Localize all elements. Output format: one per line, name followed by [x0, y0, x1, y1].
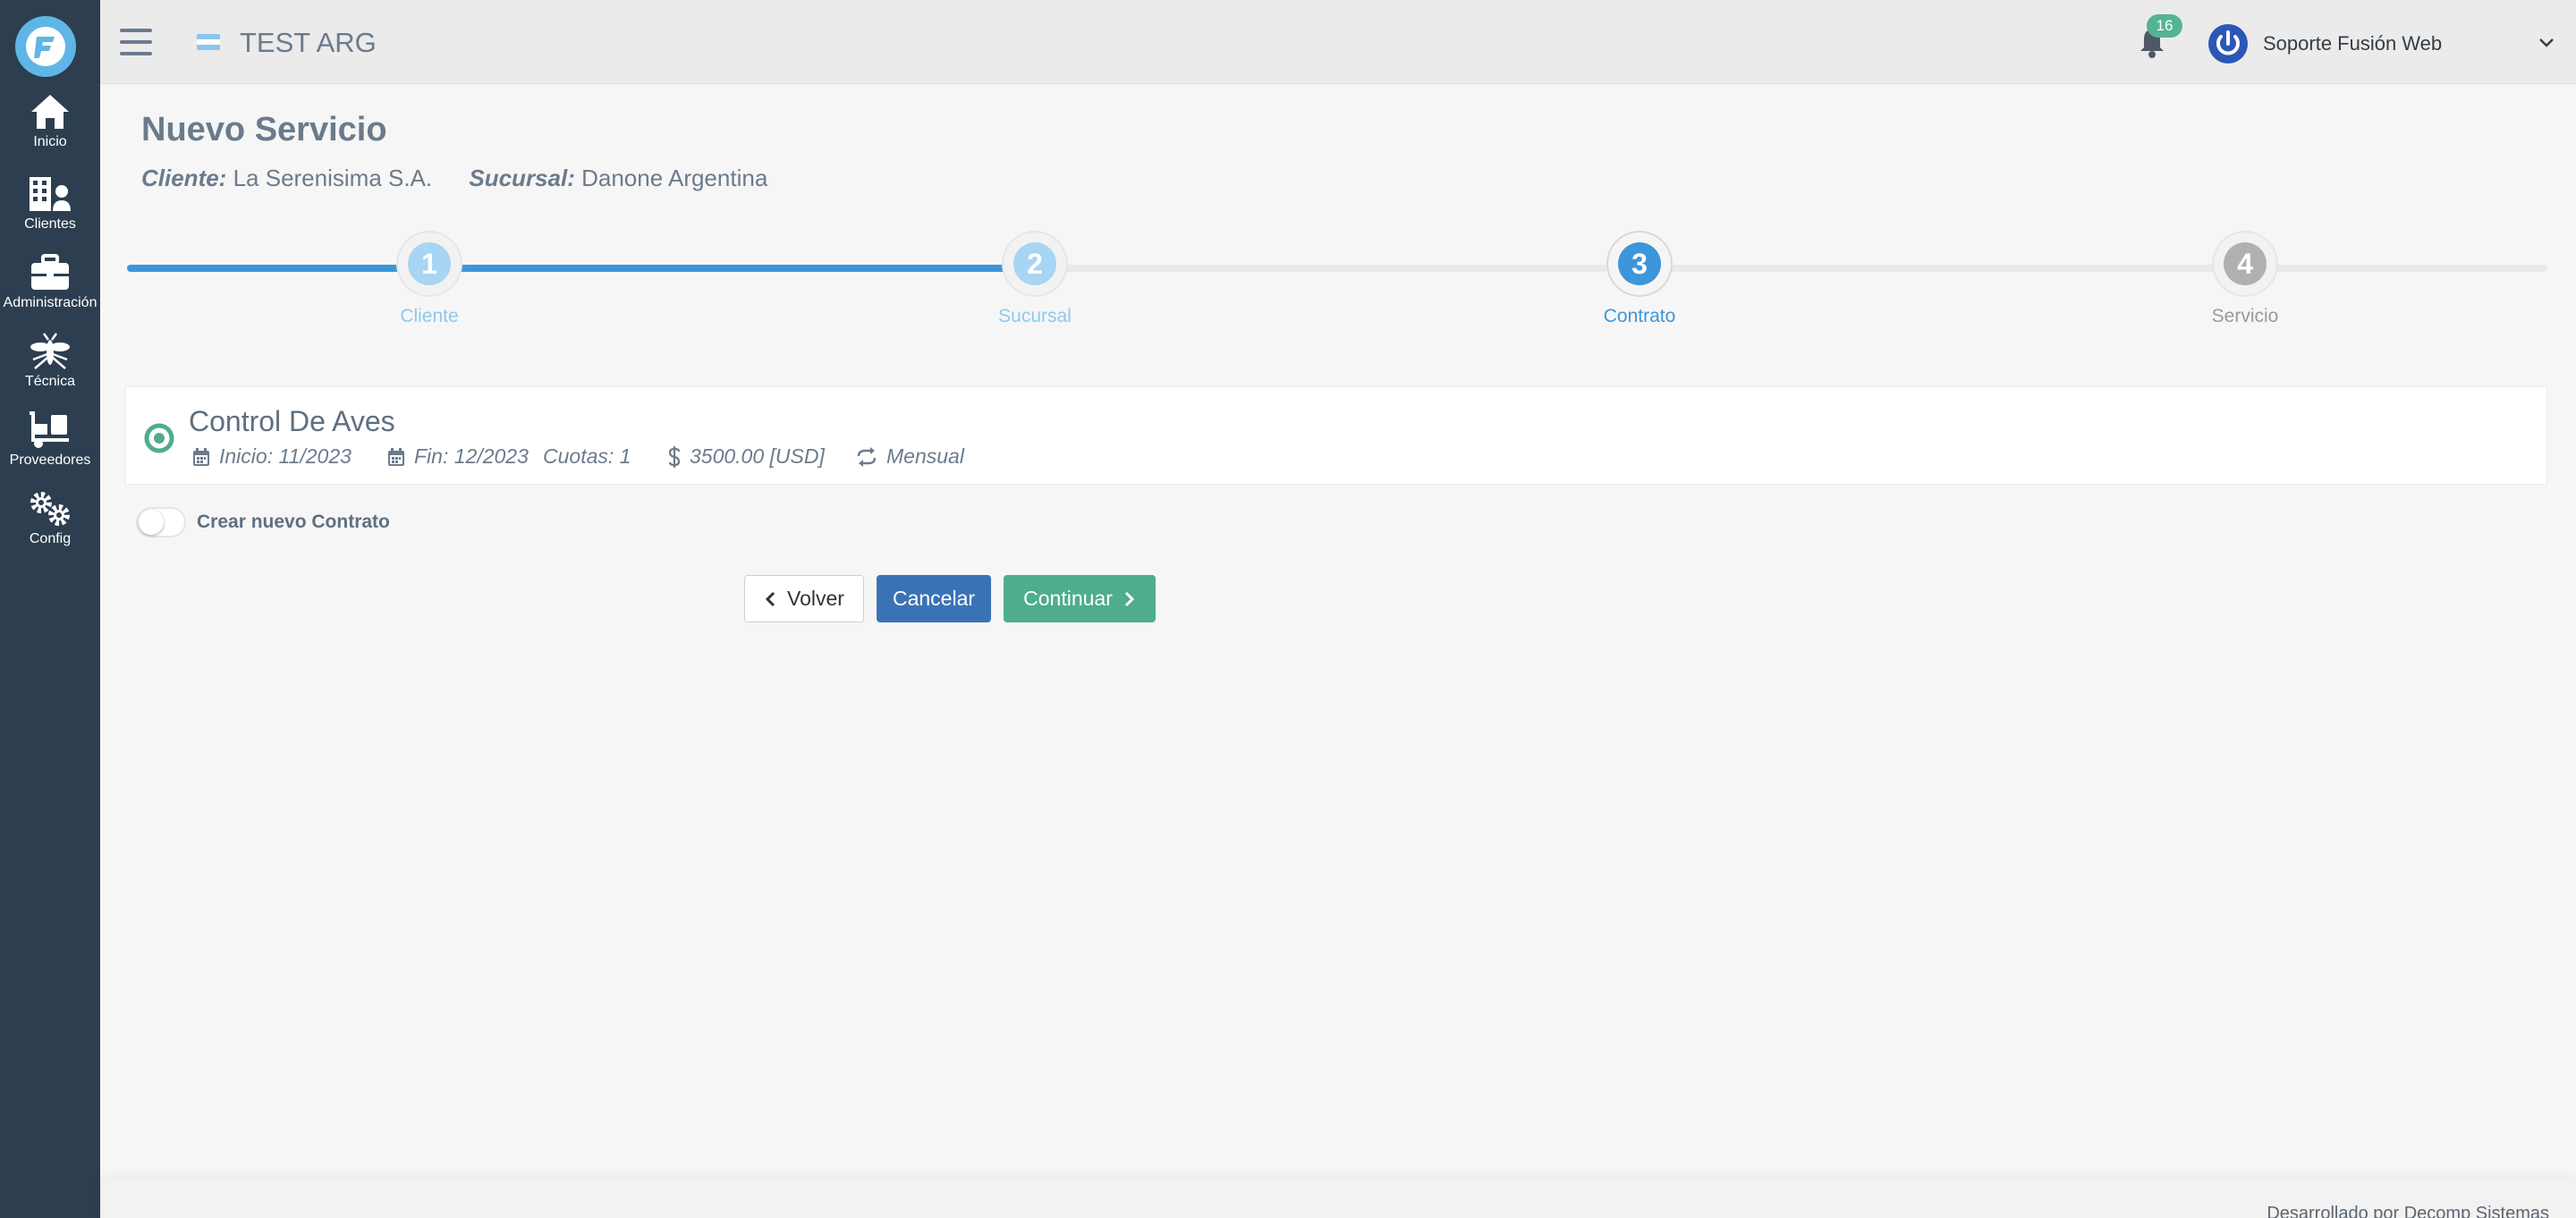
- step-number: 4: [2224, 242, 2267, 285]
- contract-frequency-text: Mensual: [886, 444, 964, 468]
- briefcase-icon: [31, 254, 69, 290]
- company-title: TEST ARG: [240, 27, 377, 58]
- repeat-icon: [857, 446, 877, 467]
- contract-option[interactable]: Control De Aves Inicio: 11/2023 Fin: 12/…: [125, 386, 2547, 485]
- footer-credit: Desarrollado por Decomp Sistemas: [2267, 1204, 2549, 1218]
- calendar-icon: [193, 447, 209, 466]
- argentina-flag-icon: [197, 34, 220, 50]
- contract-frequency: Mensual: [856, 444, 964, 469]
- sidebar-item-inicio[interactable]: Inicio: [0, 93, 100, 166]
- chevron-right-icon: [1124, 591, 1134, 606]
- sidebar-item-label: Proveedores: [9, 453, 91, 468]
- step-contrato[interactable]: 3 Contrato: [1550, 233, 1729, 327]
- back-button-label: Volver: [787, 587, 844, 610]
- continue-button-label: Continuar: [1023, 587, 1113, 610]
- step-label: Cliente: [400, 306, 459, 326]
- gears-icon: [30, 492, 70, 526]
- mosquito-icon: [30, 333, 70, 369]
- menu-toggle-button[interactable]: [120, 27, 152, 57]
- app-logo[interactable]: [15, 16, 76, 77]
- back-button[interactable]: Volver: [744, 575, 864, 622]
- page-title: Nuevo Servicio: [141, 111, 387, 148]
- cancel-button-label: Cancelar: [892, 587, 976, 610]
- contract-name: Control De Aves: [189, 405, 395, 437]
- chevron-down-icon[interactable]: [2538, 38, 2555, 48]
- toggle-knob: [139, 510, 164, 535]
- step-circle: 2: [1004, 233, 1066, 295]
- sidebar-item-label: Clientes: [24, 216, 76, 232]
- sidebar-item-tecnica[interactable]: Técnica: [0, 333, 100, 406]
- logo-icon: [26, 27, 65, 66]
- step-label: Servicio: [2211, 306, 2279, 326]
- contract-cuotas: Cuotas: 1: [543, 444, 631, 469]
- contract-start: Inicio: 11/2023: [192, 444, 352, 469]
- notification-badge: 16: [2147, 14, 2182, 38]
- new-contract-toggle[interactable]: [136, 507, 186, 537]
- calendar-icon: [388, 447, 404, 466]
- chevron-left-icon: [765, 591, 775, 606]
- contract-cuotas-text: Cuotas: 1: [543, 444, 631, 468]
- dollar-icon: [668, 445, 681, 468]
- step-number: 1: [408, 242, 451, 285]
- step-servicio[interactable]: 4 Servicio: [2156, 233, 2334, 327]
- step-cliente[interactable]: 1 Cliente: [340, 233, 519, 327]
- sidebar-item-label: Técnica: [24, 374, 76, 389]
- cancel-button[interactable]: Cancelar: [877, 575, 991, 622]
- home-icon: [31, 95, 69, 129]
- contract-start-text: Inicio: 11/2023: [219, 444, 352, 468]
- step-circle: 1: [398, 233, 461, 295]
- sidebar-item-label: Config: [29, 531, 72, 546]
- sidebar-item-proveedores[interactable]: Proveedores: [0, 411, 100, 485]
- step-label: Sucursal: [998, 306, 1072, 326]
- step-number: 3: [1618, 242, 1661, 285]
- sidebar-item-config[interactable]: Config: [0, 490, 100, 563]
- sidebar-item-administracion[interactable]: Administración: [0, 254, 100, 327]
- contract-radio[interactable]: [144, 423, 174, 453]
- clients-icon: [30, 177, 71, 211]
- wizard-stepper: 1 Cliente 2 Sucursal 3 Contrato 4 Servic…: [127, 233, 2547, 331]
- power-icon[interactable]: [2207, 23, 2249, 64]
- dolly-icon: [30, 411, 69, 448]
- sidebar-item-label: Inicio: [33, 134, 67, 149]
- stepper-progress: [127, 265, 1047, 272]
- footer: Desarrollado por Decomp Sistemas: [100, 1180, 2576, 1218]
- new-contract-label: Crear nuevo Contrato: [197, 512, 390, 532]
- contract-end: Fin: 12/2023: [387, 444, 529, 469]
- sidebar-item-clientes[interactable]: Clientes: [0, 175, 100, 249]
- step-label: Contrato: [1603, 306, 1676, 326]
- contract-amount-text: 3500.00 [USD]: [690, 444, 825, 468]
- step-circle: 3: [1608, 233, 1671, 295]
- user-menu[interactable]: Soporte Fusión Web: [2263, 32, 2442, 55]
- step-sucursal[interactable]: 2 Sucursal: [945, 233, 1124, 327]
- sidebar-item-label: Administración: [3, 295, 97, 310]
- service-context: Cliente: La Serenisima S.A. Sucursal: Da…: [141, 165, 798, 192]
- cliente-label: Cliente:: [141, 165, 227, 191]
- contract-amount: 3500.00 [USD]: [668, 444, 825, 469]
- step-circle: 4: [2214, 233, 2276, 295]
- sucursal-label: Sucursal:: [469, 165, 575, 191]
- contract-end-text: Fin: 12/2023: [414, 444, 529, 468]
- continue-button[interactable]: Continuar: [1004, 575, 1156, 622]
- sidebar: Inicio Clientes Administración Técnica P…: [0, 0, 100, 1218]
- topbar: TEST ARG 16 Soporte Fusión Web: [100, 0, 2576, 84]
- cliente-value: La Serenisima S.A.: [233, 165, 433, 191]
- sucursal-value: Danone Argentina: [581, 165, 768, 191]
- step-number: 2: [1013, 242, 1056, 285]
